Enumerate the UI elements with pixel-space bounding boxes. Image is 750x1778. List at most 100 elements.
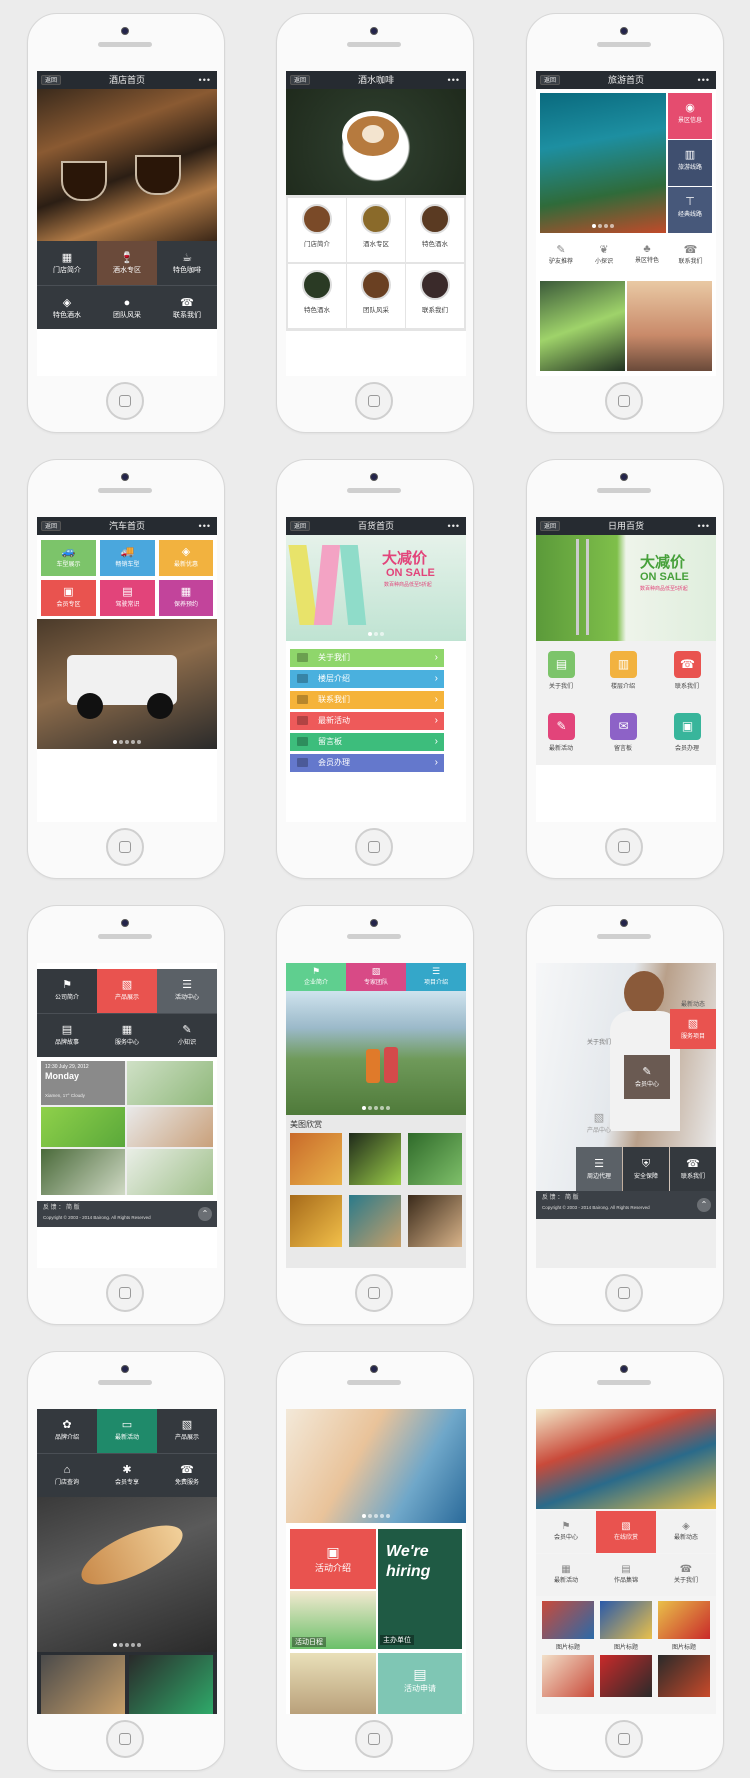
tile-products[interactable]: ▧ 产品展示 — [97, 969, 157, 1013]
home-button[interactable] — [106, 382, 144, 420]
home-button[interactable] — [106, 828, 144, 866]
tile-special-drinks[interactable]: ◈ 特色酒水 — [37, 285, 97, 329]
row-about-us[interactable]: 关于我们 › — [290, 649, 444, 667]
footer-links[interactable]: 反 馈 ： 简 版 — [43, 1204, 211, 1213]
tile-agents[interactable]: ☰ 周边代理 — [576, 1147, 622, 1191]
tile-products[interactable]: ▧ 产品中心 — [576, 1101, 622, 1145]
row-message-board[interactable]: 留言板 › — [290, 733, 444, 751]
scroll-top-icon[interactable]: ⌃ — [198, 1207, 212, 1221]
mask-photo[interactable] — [600, 1655, 652, 1697]
cell-contact[interactable]: ☎ 联系我们 — [669, 237, 712, 277]
home-button[interactable] — [106, 1720, 144, 1758]
cell-member[interactable]: ⚑ 会员中心 — [536, 1511, 596, 1553]
tile-latest[interactable]: ▭ 最新活动 — [97, 1409, 157, 1453]
gallery-thumb[interactable] — [349, 1195, 401, 1247]
cell-features[interactable]: ♣ 景区特色 — [626, 237, 668, 277]
row-contact[interactable]: 联系我们 › — [290, 691, 444, 709]
gallery-thumb[interactable] — [290, 1133, 342, 1185]
tile-event-intro[interactable]: ▣ 活动介绍 — [290, 1529, 376, 1589]
tile-tips[interactable]: ✎ 小知识 — [157, 1013, 217, 1057]
tile-members[interactable]: ▣ 会员专区 — [41, 580, 96, 616]
cell-about[interactable]: ☎ 关于我们 — [656, 1554, 716, 1596]
tile-models[interactable]: 🚙 车型展示 — [41, 540, 96, 576]
tile-company-intro[interactable]: ⚑ 公司简介 — [37, 969, 97, 1013]
home-button[interactable] — [605, 1720, 643, 1758]
tile-apply[interactable]: ▤ 活动申请 — [378, 1653, 462, 1714]
tile-maintenance[interactable]: ▦ 保养预约 — [159, 580, 213, 616]
cell-drinks[interactable]: 酒水专区 — [347, 198, 405, 262]
cell-team[interactable]: 团队风采 — [347, 264, 405, 328]
cell-recommend[interactable]: ✎ 驴友推荐 — [540, 237, 582, 277]
tile-bestsellers[interactable]: 🚚 畅销车型 — [100, 540, 155, 576]
cell-store-intro[interactable]: 门店简介 — [288, 198, 346, 262]
row-latest-events[interactable]: 最新活动 › — [290, 712, 444, 730]
back-button[interactable]: 返回 — [290, 75, 311, 85]
mask-photo[interactable] — [542, 1601, 594, 1639]
cell-news[interactable]: ◈ 最新动态 — [656, 1511, 716, 1553]
about-icon[interactable]: ▤ — [548, 651, 575, 678]
tile-brand[interactable]: ✿ 品牌介绍 — [37, 1409, 97, 1453]
tile-store-intro[interactable]: ▦ 门店简介 — [37, 241, 97, 285]
more-menu-icon[interactable]: ••• — [698, 71, 710, 89]
tile-hiring[interactable]: We're hiring 主办单位 — [378, 1529, 462, 1649]
cell-online[interactable]: ▧ 在线欣赏 — [596, 1511, 656, 1553]
tile-free-service[interactable]: ☎ 免费服务 — [157, 1453, 217, 1497]
tile-member[interactable]: ✎ 会员中心 — [624, 1055, 670, 1099]
contact-icon[interactable]: ☎ — [674, 651, 701, 678]
back-button[interactable]: 返回 — [41, 521, 62, 531]
back-button[interactable]: 返回 — [540, 521, 561, 531]
sale-banner[interactable]: 大减价 ON SALE 数百种商品低至5折起 — [286, 535, 466, 641]
tile-offers[interactable]: ◈ 最新优惠 — [159, 540, 213, 576]
gallery-thumb[interactable] — [290, 1195, 342, 1247]
home-button[interactable] — [355, 1274, 393, 1312]
back-button[interactable]: 返回 — [290, 521, 311, 531]
home-button[interactable] — [605, 1274, 643, 1312]
message-icon[interactable]: ✉ — [610, 713, 637, 740]
mask-photo[interactable] — [658, 1655, 710, 1697]
member-icon[interactable]: ▣ — [674, 713, 701, 740]
tile-member[interactable]: ✱ 会员专享 — [97, 1453, 157, 1497]
cell-contact[interactable]: 联系我们 — [406, 264, 464, 328]
floors-icon[interactable]: ▥ — [610, 651, 637, 678]
tile-scenic-info[interactable]: ◉ 景区信息 — [668, 93, 712, 139]
mask-photo[interactable] — [542, 1655, 594, 1697]
home-button[interactable] — [605, 382, 643, 420]
gallery-thumb[interactable] — [408, 1195, 462, 1247]
tab-company[interactable]: ⚑ 企业简介 — [286, 963, 346, 991]
mask-photo[interactable] — [600, 1601, 652, 1639]
tile-store-search[interactable]: ⌂ 门店查询 — [37, 1453, 97, 1497]
more-menu-icon[interactable]: ••• — [698, 517, 710, 535]
mask-photo[interactable] — [658, 1601, 710, 1639]
back-button[interactable]: 返回 — [41, 75, 62, 85]
home-button[interactable] — [605, 828, 643, 866]
tile-products[interactable]: ▧ 产品展示 — [157, 1409, 217, 1453]
tab-experts[interactable]: ▧ 专家团队 — [346, 963, 406, 991]
more-menu-icon[interactable]: ••• — [199, 71, 211, 89]
row-floors[interactable]: 楼层介绍 › — [290, 670, 444, 688]
gallery-thumb[interactable] — [349, 1133, 401, 1185]
home-button[interactable] — [355, 828, 393, 866]
tile-contact[interactable]: ☎ 联系我们 — [670, 1147, 716, 1191]
cell-tips[interactable]: ❦ 小探识 — [583, 237, 625, 277]
tile-about[interactable]: 关于我们 — [576, 1017, 622, 1055]
tab-projects[interactable]: ☰ 项目介绍 — [406, 963, 466, 991]
tile-services[interactable]: ▧ 服务项目 — [670, 1009, 716, 1049]
tile-activities[interactable]: ☰ 活动中心 — [157, 969, 217, 1013]
tile-coffee[interactable]: ☕ 特色咖啡 — [157, 241, 217, 285]
tile-drinks[interactable]: 🍷 酒水专区 — [97, 241, 157, 285]
row-membership[interactable]: 会员办理 › — [290, 754, 444, 772]
back-button[interactable]: 返回 — [540, 75, 561, 85]
home-button[interactable] — [355, 382, 393, 420]
more-menu-icon[interactable]: ••• — [448, 517, 460, 535]
tile-routes[interactable]: ▥ 旅游线路 — [668, 140, 712, 186]
more-menu-icon[interactable]: ••• — [448, 71, 460, 89]
cell-events[interactable]: ▦ 最新活动 — [536, 1554, 596, 1596]
home-button[interactable] — [355, 1720, 393, 1758]
cell-special[interactable]: 特色酒水 — [406, 198, 464, 262]
clothespin-photo[interactable]: 活动日程 — [290, 1591, 376, 1649]
events-icon[interactable]: ✎ — [548, 713, 575, 740]
tile-service[interactable]: ▦ 服务中心 — [97, 1013, 157, 1057]
tile-driving-tips[interactable]: ▤ 驾驶常识 — [100, 580, 155, 616]
sale-banner[interactable]: 大减价 ON SALE 数百种商品低至5折起 — [536, 535, 716, 641]
cell-special-drinks[interactable]: 特色酒水 — [288, 264, 346, 328]
